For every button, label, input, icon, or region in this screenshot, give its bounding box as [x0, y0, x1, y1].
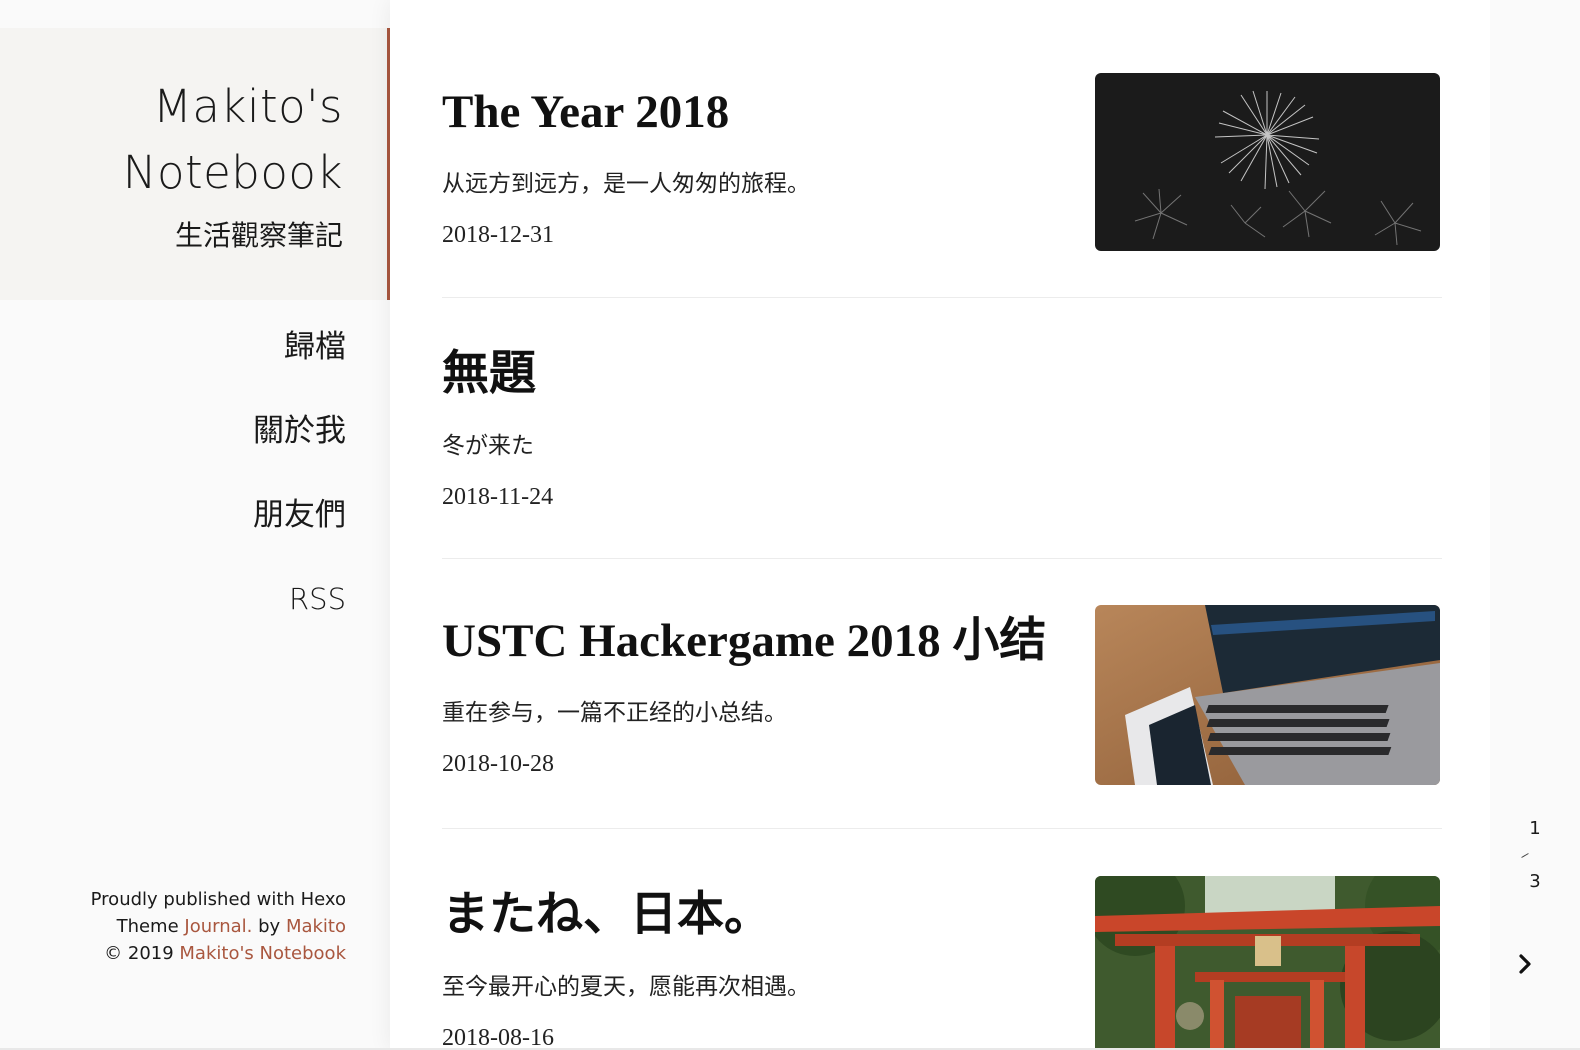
post-excerpt: 冬が来た [442, 433, 534, 458]
footer-theme-line: Theme Journal. by Makito [0, 913, 346, 940]
nav-item-friends[interactable]: 朋友們 [0, 493, 346, 577]
post-excerpt: 重在参与，一篇不正经的小总结。 [442, 700, 787, 725]
pagination-current: 1 [1529, 818, 1541, 839]
sidebar-footer: Proudly published with Hexo Theme Journa… [0, 886, 390, 967]
post-divider [442, 297, 1442, 298]
site-link[interactable]: Makito's Notebook [179, 943, 346, 964]
footer-copyright-line: © 2019 Makito's Notebook [0, 940, 346, 967]
post-date: 2018-10-28 [442, 751, 554, 777]
nav-item-about[interactable]: 關於我 [0, 409, 346, 493]
post-excerpt: 从远方到远方，是一人匆匆的旅程。 [442, 171, 810, 196]
footer-theme-prefix: Theme [116, 916, 179, 937]
pagination-total: 3 [1529, 871, 1541, 892]
torii-gate-graphic [1095, 876, 1440, 1050]
sidebar: Makito's Notebook 生活觀察筆記 歸檔 關於我 朋友們 RSS … [0, 0, 390, 1050]
site-title-line2[interactable]: Notebook [0, 140, 343, 206]
post-title[interactable]: USTC Hackergame 2018 小结 [442, 611, 1102, 671]
post-text: またね、日本。 至今最开心的夏天，愿能再次相遇。 2018-08-16 [442, 885, 1082, 1050]
footer-theme-by: by [258, 916, 281, 937]
post-text: The Year 2018 从远方到远方，是一人匆匆的旅程。 2018-12-3… [442, 82, 1082, 249]
theme-link[interactable]: Journal. [184, 916, 252, 937]
post-date: 2018-12-31 [442, 222, 554, 248]
footer-published: Proudly published with Hexo [90, 889, 346, 910]
post-title[interactable]: またね、日本。 [442, 885, 1082, 945]
post-date: 2018-08-16 [442, 1025, 554, 1050]
torii-gate-image[interactable] [1095, 876, 1440, 1050]
post-divider [442, 558, 1442, 559]
laptop-phone-image[interactable] [1095, 605, 1440, 785]
nav-item-archive[interactable]: 歸檔 [0, 325, 346, 409]
site-title[interactable]: Makito's Notebook [0, 74, 343, 206]
post-title[interactable]: The Year 2018 [442, 82, 1082, 142]
site-subtitle: 生活觀察筆記 [174, 221, 343, 252]
nav-item-rss[interactable]: RSS [0, 577, 346, 661]
post-list: The Year 2018 从远方到远方，是一人匆匆的旅程。 2018-12-3… [390, 0, 1490, 1050]
post-date: 2018-11-24 [442, 484, 554, 510]
author-link[interactable]: Makito [286, 916, 346, 937]
post-title[interactable]: 無題 [442, 344, 1082, 404]
footer-copyright: © 2019 [104, 943, 174, 964]
fireworks-graphic [1095, 73, 1440, 251]
post-text: 無題 冬が来た 2018-11-24 [442, 344, 1082, 511]
site-title-line1[interactable]: Makito's [0, 74, 343, 140]
laptop-phone-graphic [1095, 605, 1440, 785]
sidebar-nav: 歸檔 關於我 朋友們 RSS [0, 325, 390, 661]
post-text: USTC Hackergame 2018 小结 重在参与，一篇不正经的小总结。 … [442, 611, 1102, 778]
fireworks-image[interactable] [1095, 73, 1440, 251]
post-divider [442, 828, 1442, 829]
post-excerpt: 至今最开心的夏天，愿能再次相遇。 [442, 974, 810, 999]
pagination-separator [1521, 853, 1529, 858]
chevron-right-icon[interactable] [1513, 952, 1537, 976]
site-brand[interactable]: Makito's Notebook 生活觀察筆記 [0, 28, 390, 300]
pagination: 1 3 [1490, 0, 1580, 1050]
